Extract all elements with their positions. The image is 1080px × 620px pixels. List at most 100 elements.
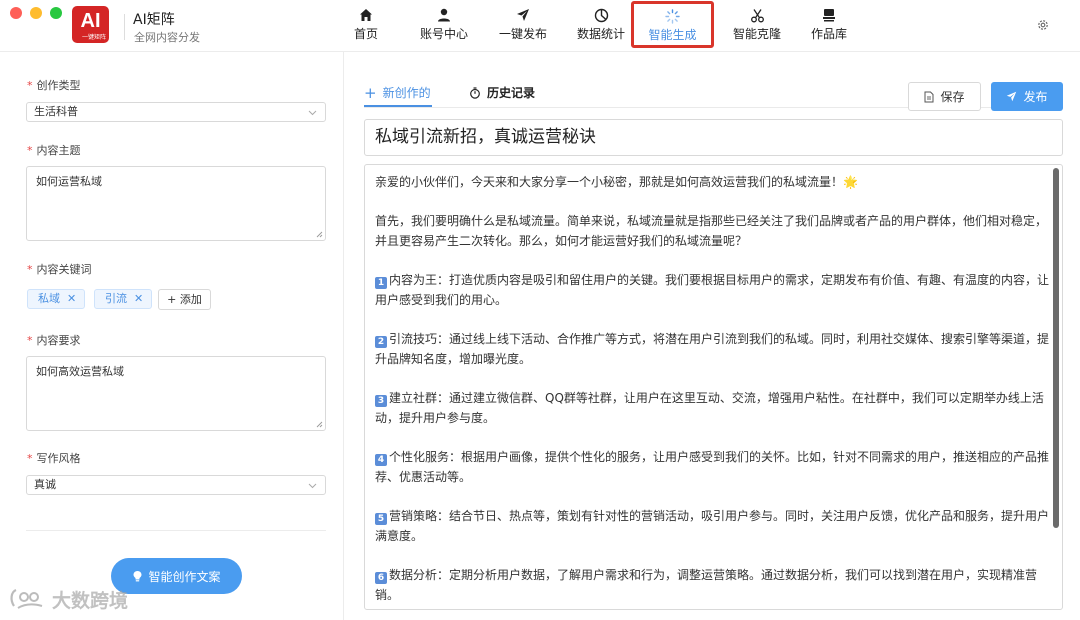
article-paragraph: 4 个性化服务：根据用户画像，提供个性化的服务，让用户感受到我们的关怀。比如，针对…: [375, 447, 1053, 487]
watermark-text: 大数跨境: [52, 589, 129, 612]
close-window-button[interactable]: [10, 7, 22, 19]
article-paragraph: 首先，我们要明确什么是私域流量。简单来说，私域流量就是指那些已经关注了我们品牌或…: [375, 211, 1053, 251]
app-logo: AI 一键矩阵: [72, 6, 109, 43]
creation-type-select[interactable]: 生活科普: [26, 102, 326, 122]
home-icon: [360, 9, 372, 21]
keyword-tag: 引流 ✕: [94, 289, 153, 309]
pie-chart-icon: [594, 8, 608, 23]
window-controls: [10, 7, 62, 19]
document-icon: [924, 91, 934, 102]
nav-label-smart-clone: 智能克隆: [732, 27, 781, 41]
chevron-down-icon: [308, 483, 317, 489]
watermark: 大数跨境: [8, 584, 128, 614]
editor-panel: + 新创作的 历史记录 保存 发布 私域引流新招，真诚运营秘诀 亲爱的小伙伴们，…: [345, 52, 1080, 620]
paragraph-text: 引流技巧：通过线上线下活动、合作推广等方式，将潜在用户引流到我们的私域。同时，利…: [375, 332, 1050, 366]
lightbulb-icon: [133, 571, 142, 582]
tab-history[interactable]: 历史记录: [469, 84, 535, 101]
number-badge-icon: 1: [375, 277, 387, 289]
paragraph-text: 首先，我们要明确什么是私域流量。简单来说，私域流量就是指那些已经关注了我们品牌或…: [375, 214, 1048, 248]
app-header: AI 一键矩阵 AI矩阵 全网内容分发 首页 账号中心 一键发布 数据统计 智能…: [0, 0, 1080, 52]
paragraph-text: 营销策略：结合节日、热点等，策划有针对性的营销活动，吸引用户参与。同时，关注用户…: [375, 509, 1050, 543]
nav-label-stats: 数据统计: [576, 27, 625, 41]
publish-label: 发布: [1023, 90, 1048, 104]
close-icon[interactable]: ✕: [134, 292, 143, 305]
topic-textarea[interactable]: 如何运营私域: [26, 166, 326, 241]
article-content-editor[interactable]: 亲爱的小伙伴们，今天来和大家分享一个小秘密，那就是如何高效运营我们的私域流量！🌟…: [364, 164, 1063, 610]
scissors-icon: [750, 9, 764, 23]
tab-history-label: 历史记录: [487, 86, 536, 100]
paragraph-text: 内容为王：打造优质内容是吸引和留住用户的关键。我们要根据目标用户的需求，定期发布…: [375, 273, 1050, 307]
nav-label-library: 作品库: [810, 27, 847, 41]
number-badge-icon: 2: [375, 336, 387, 348]
tab-new-label: 新创作的: [382, 86, 431, 100]
nav-label-smart-generate: 智能生成: [648, 28, 697, 42]
nav-item-stats[interactable]: 数据统计: [561, 0, 641, 46]
topic-label: * 内容主题: [27, 144, 81, 157]
plus-icon: +: [364, 83, 377, 102]
nav-item-home[interactable]: 首页: [326, 0, 406, 46]
style-label: * 写作风格: [27, 452, 81, 465]
minimize-window-button[interactable]: [30, 7, 42, 19]
send-icon: [517, 9, 529, 21]
article-paragraph: 3 建立社群：通过建立微信群、QQ群等社群，让用户在这里互动、交流，增强用户粘性。…: [375, 388, 1053, 428]
maximize-window-button[interactable]: [50, 7, 62, 19]
nav-item-library[interactable]: 作品库: [789, 0, 869, 46]
article-content: 亲爱的小伙伴们，今天来和大家分享一个小秘密，那就是如何高效运营我们的私域流量！🌟…: [375, 172, 1053, 609]
logo-subtext: 一键矩阵: [81, 35, 106, 41]
tab-new-creation[interactable]: + 新创作的: [364, 84, 431, 101]
stopwatch-icon: [470, 86, 480, 99]
content-scrollbar[interactable]: [1053, 168, 1059, 528]
logo-text: AI: [80, 10, 101, 32]
nav-item-smart-clone[interactable]: 智能克隆: [717, 0, 797, 46]
save-label: 保存: [940, 90, 965, 104]
requirements-textarea[interactable]: 如何高效运营私域: [26, 356, 326, 431]
number-badge-icon: 6: [375, 572, 387, 584]
style-value: 真诚: [34, 478, 56, 491]
paragraph-text: 亲爱的小伙伴们，今天来和大家分享一个小秘密，那就是如何高效运营我们的私域流量！🌟: [375, 175, 858, 189]
style-select[interactable]: 真诚: [26, 475, 326, 495]
generate-button-label: 智能创作文案: [148, 569, 221, 584]
paragraph-text: 个性化服务：根据用户画像，提供个性化的服务，让用户感受到我们的关怀。比如，针对不…: [375, 450, 1050, 484]
generation-form: * 创作类型 生活科普 * 内容主题 如何运营私域 * 内容关键词 私域 ✕ 引流 ✕ +…: [0, 52, 344, 620]
nav-item-account[interactable]: 账号中心: [404, 0, 484, 46]
app-title: AI矩阵: [133, 12, 175, 28]
watermark-logo-icon: [10, 588, 43, 609]
brand-divider: [124, 14, 125, 40]
user-icon: [438, 8, 450, 22]
app-subtitle: 全网内容分发: [134, 31, 200, 44]
article-paragraph: 5 营销策略：结合节日、热点等，策划有针对性的营销活动，吸引用户参与。同时，关注用…: [375, 506, 1053, 546]
add-keyword-button[interactable]: + 添加: [158, 289, 211, 310]
article-title-input[interactable]: 私域引流新招，真诚运营秘诀: [364, 119, 1063, 156]
save-button[interactable]: 保存: [908, 82, 981, 111]
resize-grip-icon[interactable]: [315, 420, 323, 428]
loading-spinner-icon: [665, 9, 680, 24]
library-icon: [823, 9, 835, 22]
paragraph-text: 数据分析：定期分析用户数据，了解用户需求和行为，调整运营策略。通过数据分析，我们…: [375, 568, 1038, 602]
topic-value: 如何运营私域: [36, 175, 102, 188]
nav-label-account: 账号中心: [419, 27, 468, 41]
article-paragraph: 1 内容为王：打造优质内容是吸引和留住用户的关键。我们要根据目标用户的需求，定期发…: [375, 270, 1053, 310]
gear-icon[interactable]: [1036, 18, 1050, 32]
number-badge-icon: 5: [375, 513, 387, 525]
number-badge-icon: 3: [375, 395, 387, 407]
nav-item-publish[interactable]: 一键发布: [483, 0, 563, 46]
nav-label-home: 首页: [353, 27, 378, 41]
creation-type-value: 生活科普: [34, 105, 78, 118]
article-paragraph: 2 引流技巧：通过线上线下活动、合作推广等方式，将潜在用户引流到我们的私域。同时，…: [375, 329, 1053, 369]
requirements-value: 如何高效运营私域: [36, 365, 124, 378]
requirements-label: * 内容要求: [27, 334, 81, 347]
chevron-down-icon: [308, 110, 317, 116]
keywords-label: * 内容关键词: [27, 263, 92, 276]
creation-type-label: * 创作类型: [27, 79, 81, 92]
publish-button[interactable]: 发布: [991, 82, 1063, 111]
number-badge-icon: 4: [375, 454, 387, 466]
keyword-tag: 私域 ✕: [27, 289, 86, 309]
nav-label-publish: 一键发布: [498, 27, 547, 41]
nav-item-smart-generate[interactable]: 智能生成: [631, 1, 714, 48]
form-divider: [26, 530, 326, 531]
generate-copy-button[interactable]: 智能创作文案: [111, 558, 242, 594]
resize-grip-icon[interactable]: [315, 230, 323, 238]
article-paragraph: 6 数据分析：定期分析用户数据，了解用户需求和行为，调整运营策略。通过数据分析，我…: [375, 565, 1053, 605]
active-tab-indicator: [364, 105, 432, 107]
close-icon[interactable]: ✕: [67, 292, 76, 305]
